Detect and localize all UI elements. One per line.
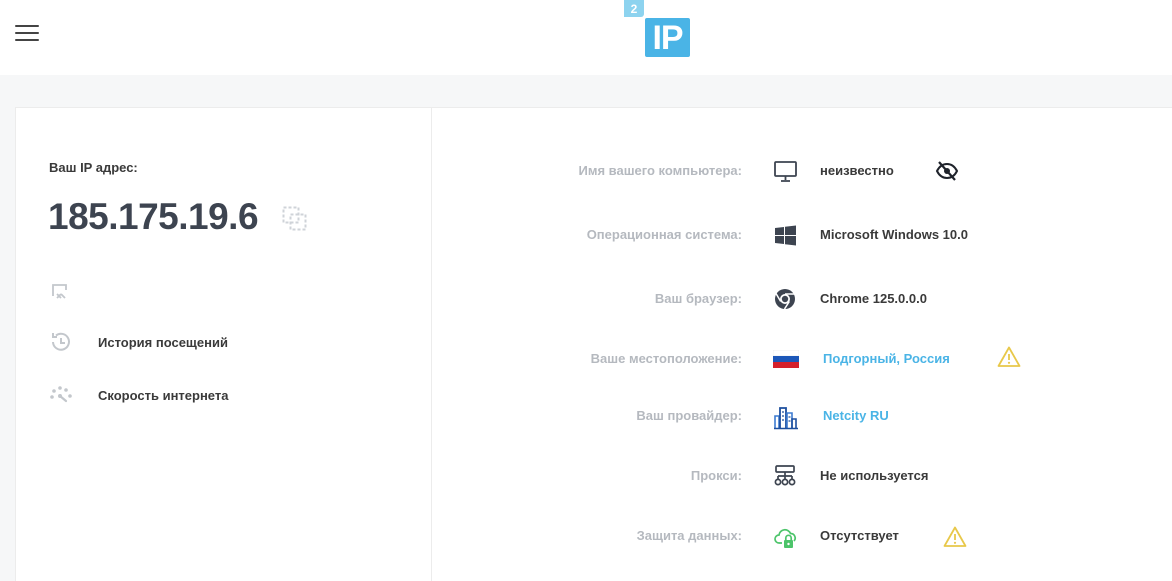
menu-speedtest[interactable]: Скорость интернета: [48, 383, 228, 407]
info-label: Ваш провайдер:: [636, 408, 742, 423]
info-row-protection: Защита данных: Отсутствует: [431, 516, 1172, 556]
ip-label: Ваш IP адрес:: [49, 160, 138, 175]
speedometer-icon: [48, 383, 74, 407]
info-row-browser: Ваш браузер: Chrome 125.0.0.0: [431, 279, 1172, 319]
windows-icon: [773, 223, 799, 249]
info-value: Microsoft Windows 10.0: [820, 227, 968, 242]
ip-address: 185.175.19.6: [48, 196, 259, 237]
info-label: Операционная система:: [586, 227, 742, 242]
info-value: Не используется: [820, 468, 929, 483]
info-label: Прокси:: [690, 468, 742, 483]
monitor-icon: [773, 159, 799, 185]
info-row-computer-name: Имя вашего компьютера: неизвестно: [431, 151, 1172, 191]
hamburger-menu-icon[interactable]: [15, 23, 39, 43]
info-row-proxy: Прокси: Не используется: [431, 456, 1172, 496]
site-logo[interactable]: 2 IP: [624, 0, 692, 58]
info-row-os: Операционная система: Microsoft Windows …: [431, 215, 1172, 255]
menu-history[interactable]: История посещений: [48, 330, 228, 354]
location-link[interactable]: Подгорный, Россия: [823, 339, 950, 379]
cloud-lock-icon: [773, 526, 799, 552]
info-value: Отсутствует: [820, 528, 899, 543]
chrome-icon: [773, 287, 799, 313]
info-label: Ваш браузер:: [654, 291, 742, 306]
provider-link[interactable]: Netcity RU: [823, 396, 889, 436]
menu-speedtest-label: Скорость интернета: [98, 387, 229, 403]
network-icon: [773, 464, 799, 490]
logo-badge: 2: [624, 0, 644, 17]
warning-icon[interactable]: [997, 345, 1021, 369]
info-label: Защита данных:: [636, 528, 742, 543]
provider-building-icon: [773, 404, 799, 430]
menu-history-label: История посещений: [98, 334, 228, 350]
info-value: Chrome 125.0.0.0: [820, 291, 927, 306]
info-row-location: Ваше местоположение: Подгорный, Россия: [431, 339, 1172, 379]
logo-text: IP: [645, 18, 690, 57]
ip-info-card: Ваш IP адрес: 185.175.19.6 История посещ…: [15, 107, 1172, 581]
eye-off-icon[interactable]: [935, 159, 959, 183]
ip-panel: Ваш IP адрес: 185.175.19.6 История посещ…: [16, 108, 432, 581]
copy-icon[interactable]: [282, 206, 308, 232]
warning-icon[interactable]: [943, 525, 967, 549]
info-value: неизвестно: [820, 163, 894, 178]
history-icon: [48, 330, 74, 354]
russia-flag-icon: [773, 350, 799, 376]
info-label: Ваше местоположение:: [590, 351, 742, 366]
share-icon[interactable]: [50, 282, 70, 302]
info-label: Имя вашего компьютера:: [578, 163, 742, 178]
info-row-provider: Ваш провайдер: Netcity RU: [431, 396, 1172, 436]
top-header: 2 IP: [0, 0, 1172, 75]
